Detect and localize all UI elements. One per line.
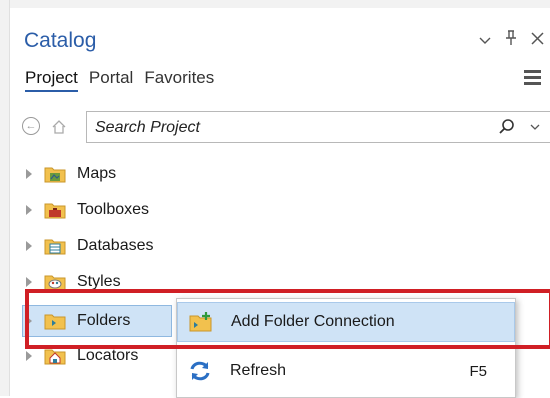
menu-item-shortcut: F5	[469, 363, 487, 380]
tree-item-folders[interactable]: Folders	[22, 305, 172, 337]
close-icon[interactable]	[531, 31, 544, 50]
databases-folder-icon	[44, 237, 66, 255]
refresh-icon	[188, 360, 212, 382]
toolboxes-folder-icon	[44, 201, 66, 219]
tree-item-locators[interactable]: Locators	[26, 341, 138, 371]
context-menu: Add Folder Connection Refresh F5	[176, 298, 516, 398]
tree-item-label: Folders	[77, 312, 131, 329]
tab-favorites[interactable]: Favorites	[144, 68, 214, 92]
styles-folder-icon	[44, 273, 66, 291]
folders-folder-icon	[44, 312, 66, 330]
window-top-border	[0, 0, 550, 8]
search-placeholder: Search Project	[95, 119, 200, 136]
expand-arrow-icon[interactable]	[26, 205, 32, 215]
tree-item-label: Styles	[77, 273, 121, 290]
menu-item-label: Refresh	[230, 362, 287, 379]
menu-item-add-folder-connection[interactable]: Add Folder Connection	[177, 302, 515, 342]
search-icon[interactable]	[498, 118, 516, 141]
pane-title: Catalog	[24, 29, 97, 52]
tree-item-toolboxes[interactable]: Toolboxes	[26, 195, 149, 225]
expand-arrow-icon[interactable]	[26, 277, 32, 287]
search-dropdown-icon[interactable]	[530, 120, 540, 134]
back-icon[interactable]: ←	[22, 117, 40, 135]
pin-icon[interactable]	[505, 30, 517, 51]
maps-folder-icon	[44, 165, 66, 183]
search-row: ← Search Project	[22, 111, 550, 143]
tree-item-databases[interactable]: Databases	[26, 231, 154, 261]
search-input[interactable]: Search Project	[86, 111, 550, 143]
options-dropdown-icon[interactable]	[479, 32, 491, 50]
tree-item-label: Maps	[77, 165, 117, 182]
catalog-tabs: Project Portal Favorites	[25, 68, 214, 92]
menu-item-refresh[interactable]: Refresh F5	[177, 351, 515, 391]
tab-portal[interactable]: Portal	[89, 68, 133, 92]
window-left-border	[0, 0, 10, 396]
expand-arrow-icon[interactable]	[26, 169, 32, 179]
tree-item-label: Locators	[77, 347, 139, 364]
tree-item-label: Databases	[77, 237, 154, 254]
tree-item-maps[interactable]: Maps	[26, 159, 116, 189]
menu-item-label: Add Folder Connection	[231, 313, 395, 330]
tab-project[interactable]: Project	[25, 68, 78, 92]
tree-item-label: Toolboxes	[77, 201, 150, 218]
expand-arrow-icon[interactable]	[26, 241, 32, 251]
expand-arrow-icon[interactable]	[26, 316, 32, 326]
tree-item-styles[interactable]: Styles	[26, 267, 121, 297]
home-icon[interactable]	[48, 116, 70, 138]
locators-folder-icon	[44, 347, 66, 365]
expand-arrow-icon[interactable]	[26, 351, 32, 361]
add-folder-connection-icon	[189, 311, 213, 333]
menu-icon[interactable]	[524, 70, 541, 85]
pane-controls	[479, 30, 544, 51]
